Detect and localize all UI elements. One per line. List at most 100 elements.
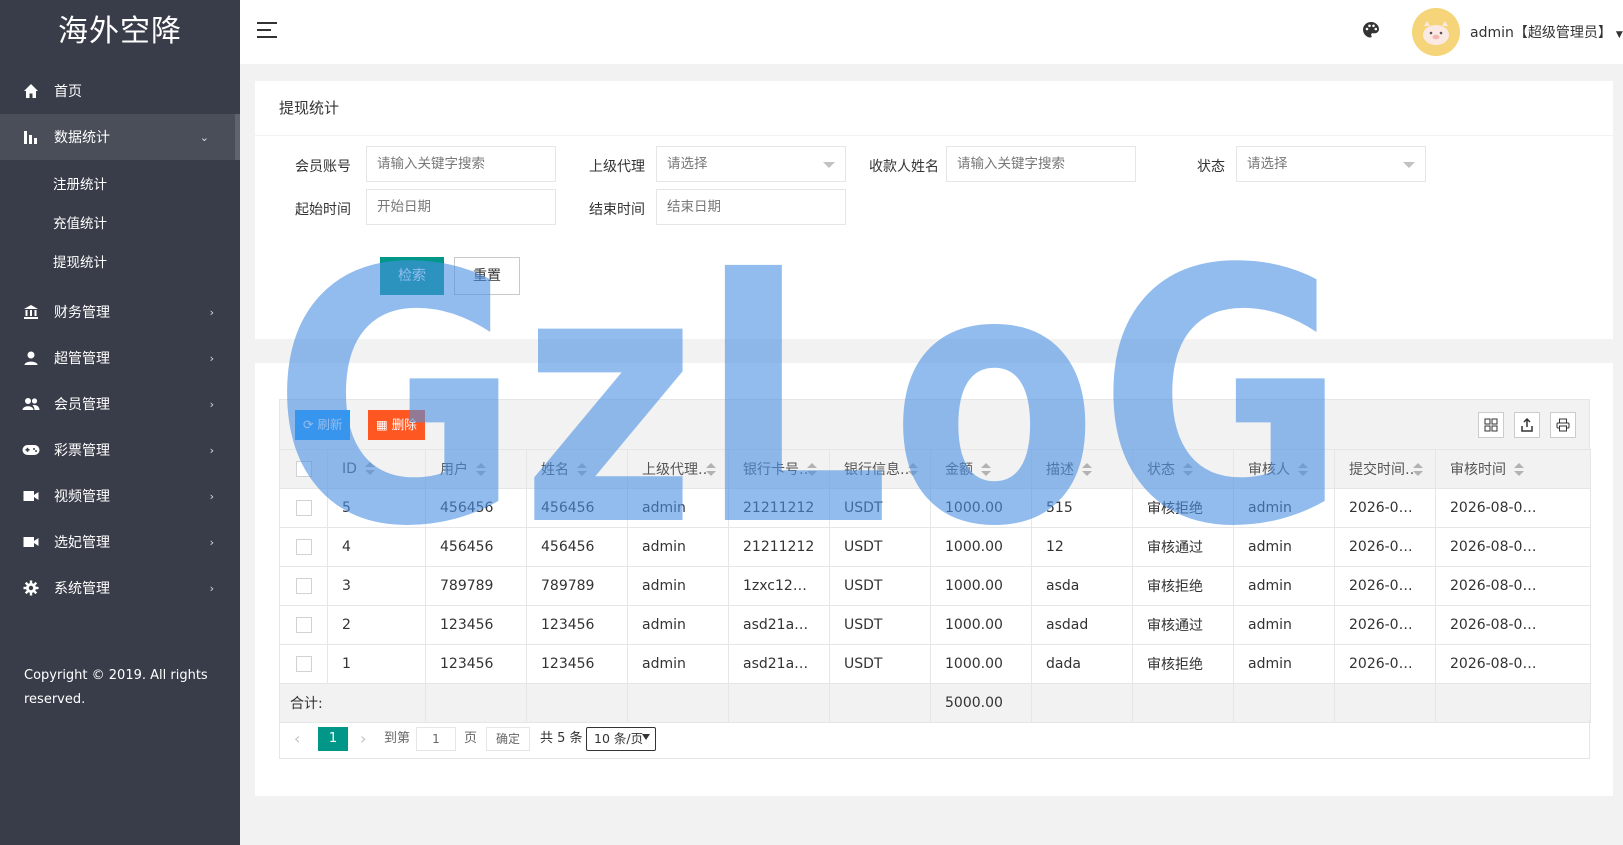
column-header-label: 银行卡号 — [743, 462, 799, 478]
export-icon[interactable] — [1514, 412, 1540, 438]
total-amount: 5000.00 — [930, 683, 1032, 723]
sort-icon[interactable] — [577, 463, 587, 477]
video-camera-icon — [22, 487, 40, 505]
row-checkbox[interactable] — [295, 578, 312, 594]
cell-bank: USDT — [829, 644, 931, 684]
next-page-icon[interactable]: › — [360, 727, 366, 751]
select-all-checkbox[interactable] — [295, 461, 312, 477]
page-title: 提现统计 — [255, 81, 1613, 136]
agent-select[interactable]: 请选择 — [656, 146, 846, 182]
column-header-agent[interactable]: 上级代理 — [627, 449, 729, 489]
column-header-submit-time[interactable]: 提交时间 — [1334, 449, 1436, 489]
sidebar-item-concubine[interactable]: 选妃管理 › — [0, 519, 240, 565]
cell-card: 1zxc1212… — [728, 566, 830, 606]
row-checkbox-cell — [279, 605, 328, 645]
per-page-select[interactable]: 10 条/页 — [586, 727, 656, 751]
sidebar-item-lottery[interactable]: 彩票管理 › — [0, 427, 240, 473]
sidebar-item-system[interactable]: 系统管理 › — [0, 565, 240, 611]
goto-page-input[interactable]: 1 — [416, 727, 456, 751]
sidebar-item-home[interactable]: 首页 — [0, 68, 240, 114]
user-icon — [22, 349, 40, 367]
cell-agent: admin — [627, 644, 729, 684]
column-header-user[interactable]: 用户 — [425, 449, 527, 489]
column-header-amount[interactable]: 金额 — [930, 449, 1032, 489]
reset-button[interactable]: 重置 — [454, 257, 520, 295]
column-header-id[interactable]: ID — [327, 449, 426, 489]
sidebar-item-label: 系统管理 — [54, 581, 110, 597]
payee-search-input[interactable] — [946, 146, 1136, 182]
table-row[interactable]: 3 789789 789789 admin 1zxc1212… USDT 100… — [279, 566, 1591, 606]
cell-id: 3 — [327, 566, 426, 606]
column-header-label: 银行信息 — [844, 462, 900, 478]
select-all-checkbox-cell — [279, 449, 328, 489]
cell-id: 5 — [327, 488, 426, 528]
menu-toggle-icon[interactable] — [257, 22, 277, 38]
sort-icon[interactable] — [1183, 463, 1193, 477]
refresh-button[interactable]: ⟳ 刷新 — [295, 410, 351, 440]
column-header-bank[interactable]: 银行信息 — [829, 449, 931, 489]
sidebar-item-label: 财务管理 — [54, 305, 110, 321]
end-date-label: 结束时间 — [589, 202, 645, 218]
delete-button[interactable]: ▦ 删除 — [368, 410, 425, 440]
column-header-card[interactable]: 银行卡号 — [728, 449, 830, 489]
sidebar-item-video[interactable]: 视频管理 › — [0, 473, 240, 519]
print-icon[interactable] — [1550, 412, 1576, 438]
cell-card: 21211212 — [728, 527, 830, 567]
submenu-item-register-stats[interactable]: 注册统计 — [0, 166, 240, 205]
search-button[interactable]: 检索 — [380, 257, 444, 295]
account-search-input[interactable] — [366, 146, 556, 182]
app-logo: 海外空降 — [58, 14, 182, 49]
cell-desc: dada — [1031, 644, 1133, 684]
sort-icon[interactable] — [476, 463, 486, 477]
chevron-down-icon: ⌄ — [199, 130, 209, 144]
row-checkbox[interactable] — [295, 656, 312, 672]
avatar[interactable] — [1412, 8, 1460, 56]
end-date-input[interactable] — [656, 189, 846, 225]
cell-name: 789789 — [526, 566, 628, 606]
sidebar-item-super[interactable]: 超管管理 › — [0, 335, 240, 381]
column-header-status[interactable]: 状态 — [1132, 449, 1234, 489]
column-header-label: 提交时间 — [1349, 462, 1405, 478]
cell-id: 2 — [327, 605, 426, 645]
cell-desc: asdad — [1031, 605, 1133, 645]
row-checkbox[interactable] — [295, 617, 312, 633]
page-number-current[interactable]: 1 — [318, 727, 348, 751]
cell-id: 1 — [327, 644, 426, 684]
sort-icon[interactable] — [981, 463, 991, 477]
sort-icon[interactable] — [364, 462, 375, 476]
cell-bank: USDT — [829, 527, 931, 567]
column-header-name[interactable]: 姓名 — [526, 449, 628, 489]
sidebar-item-label: 选妃管理 — [54, 535, 110, 551]
sidebar-item-members[interactable]: 会员管理 › — [0, 381, 240, 427]
sidebar-item-finance[interactable]: 财务管理 › — [0, 289, 240, 335]
prev-page-icon[interactable]: ‹ — [294, 727, 300, 751]
table-row[interactable]: 1 123456 123456 admin asd21a1… USDT 1000… — [279, 644, 1591, 684]
columns-filter-icon[interactable] — [1478, 412, 1504, 438]
search-card: 提现统计 会员账号 上级代理 请选择 收款人姓名 状态 请选择 起始时间 结束时… — [255, 81, 1613, 339]
palette-icon[interactable] — [1362, 21, 1380, 43]
page-suffix-label: 页 — [464, 731, 478, 746]
user-menu[interactable]: admin【超级管理员】 ▼ — [1470, 22, 1623, 42]
column-header-label: 金额 — [945, 462, 973, 478]
column-header-reviewer[interactable]: 审核人 — [1233, 449, 1335, 489]
dropdown-arrow-icon — [642, 734, 650, 740]
cell-desc: 12 — [1031, 527, 1133, 567]
goto-confirm-button[interactable]: 确定 — [486, 727, 530, 751]
sidebar-item-stats[interactable]: 数据统计 ⌄ — [0, 114, 240, 160]
cell-user: 456456 — [425, 488, 527, 528]
submenu-item-recharge-stats[interactable]: 充值统计 — [0, 205, 240, 244]
table-row[interactable]: 2 123456 123456 admin asd21a1… USDT 1000… — [279, 605, 1591, 645]
table-row[interactable]: 5 456456 456456 admin 21211212 USDT 1000… — [279, 488, 1591, 528]
column-header-desc[interactable]: 描述 — [1031, 449, 1133, 489]
start-date-input[interactable] — [366, 189, 556, 225]
sort-icon[interactable] — [1514, 463, 1524, 477]
column-header-review-time[interactable]: 审核时间 — [1435, 449, 1591, 489]
sort-icon[interactable] — [1082, 463, 1092, 477]
cell-reviewer: admin — [1233, 527, 1335, 567]
submenu-item-withdraw-stats[interactable]: 提现统计 — [0, 244, 240, 283]
table-row[interactable]: 4 456456 456456 admin 21211212 USDT 1000… — [279, 527, 1591, 567]
row-checkbox[interactable] — [295, 539, 312, 555]
sort-icon[interactable] — [1298, 463, 1308, 477]
row-checkbox[interactable] — [295, 500, 312, 516]
status-select[interactable]: 请选择 — [1236, 146, 1426, 182]
